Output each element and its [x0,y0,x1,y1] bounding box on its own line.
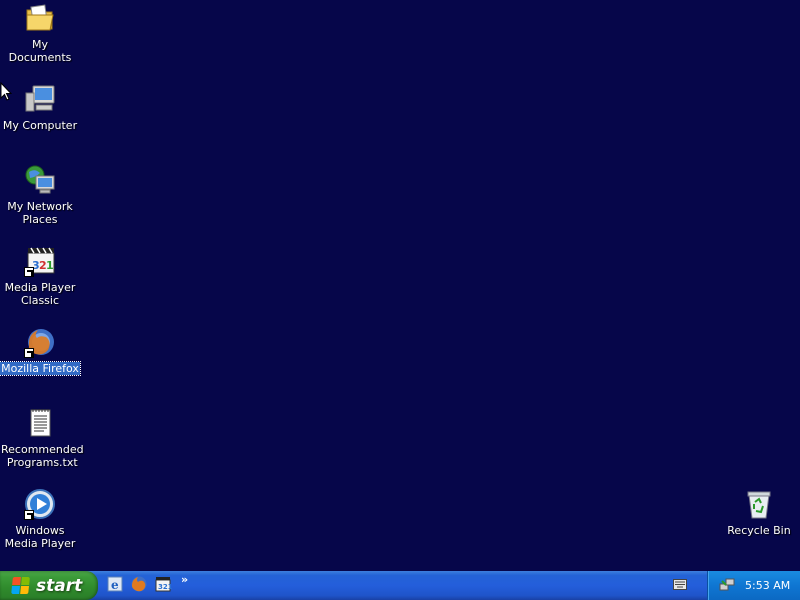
desktop-icon-label: Media Player Classic [4,281,76,307]
quick-launch: e 321 [106,575,173,593]
desktop-icon-label: Mozilla Firefox [0,361,81,376]
desktop-icon-my-documents[interactable]: My Documents [0,2,80,64]
desktop-icon-recycle-bin[interactable]: Recycle Bin [719,488,799,537]
keyboard-icon[interactable] [673,579,687,590]
desktop-icon-label: My Network Places [7,200,73,226]
desktop-icon-my-computer[interactable]: My Computer [0,83,80,132]
svg-text:e: e [111,578,119,592]
desktop-icon-label: My Documents [8,38,72,64]
desktop-icon-media-player-classic[interactable]: 3 2 1 Media Player Classic [0,245,80,307]
shortcut-arrow-icon [24,510,34,520]
internet-explorer-icon[interactable]: e [106,575,124,593]
media-player-classic-icon: 3 2 1 [24,245,56,277]
system-tray: 5:53 AM [707,571,800,600]
taskbar[interactable]: start e 321 » 5:53 AM [0,571,800,600]
mouse-cursor-icon [0,82,12,101]
windows-logo-icon [11,576,31,595]
quick-launch-overflow-button[interactable]: » [181,573,188,586]
windows-media-player-icon [24,488,56,520]
computer-icon [24,83,56,115]
start-label: start [36,575,83,596]
folder-documents-icon [24,2,56,34]
text-file-icon [24,407,56,439]
start-button[interactable]: start [0,571,98,600]
svg-text:1: 1 [46,259,54,272]
desktop-icon-label: Recommended Programs.txt [1,443,84,469]
shortcut-arrow-icon [24,348,34,358]
desktop-icon-recommended-programs[interactable]: Recommended Programs.txt [0,407,84,469]
firefox-icon [24,326,56,358]
desktop-icon-label: Windows Media Player [4,524,76,550]
desktop-icon-windows-media-player[interactable]: Windows Media Player [0,488,80,550]
clock[interactable]: 5:53 AM [745,579,790,592]
network-icon [24,164,56,196]
desktop-icon-label: My Computer [2,119,78,132]
media-player-classic-icon[interactable]: 321 [154,575,173,593]
desktop-icon-label: Recycle Bin [727,524,791,537]
firefox-icon[interactable] [130,575,148,593]
desktop-icon-my-network-places[interactable]: My Network Places [0,164,80,226]
network-status-icon[interactable] [719,577,735,596]
desktop[interactable]: My Documents My Computer My Network Plac… [0,0,800,571]
recycle-bin-icon [743,488,775,520]
svg-text:321: 321 [158,583,172,591]
desktop-icon-mozilla-firefox[interactable]: Mozilla Firefox [0,326,81,376]
shortcut-arrow-icon [24,267,34,277]
